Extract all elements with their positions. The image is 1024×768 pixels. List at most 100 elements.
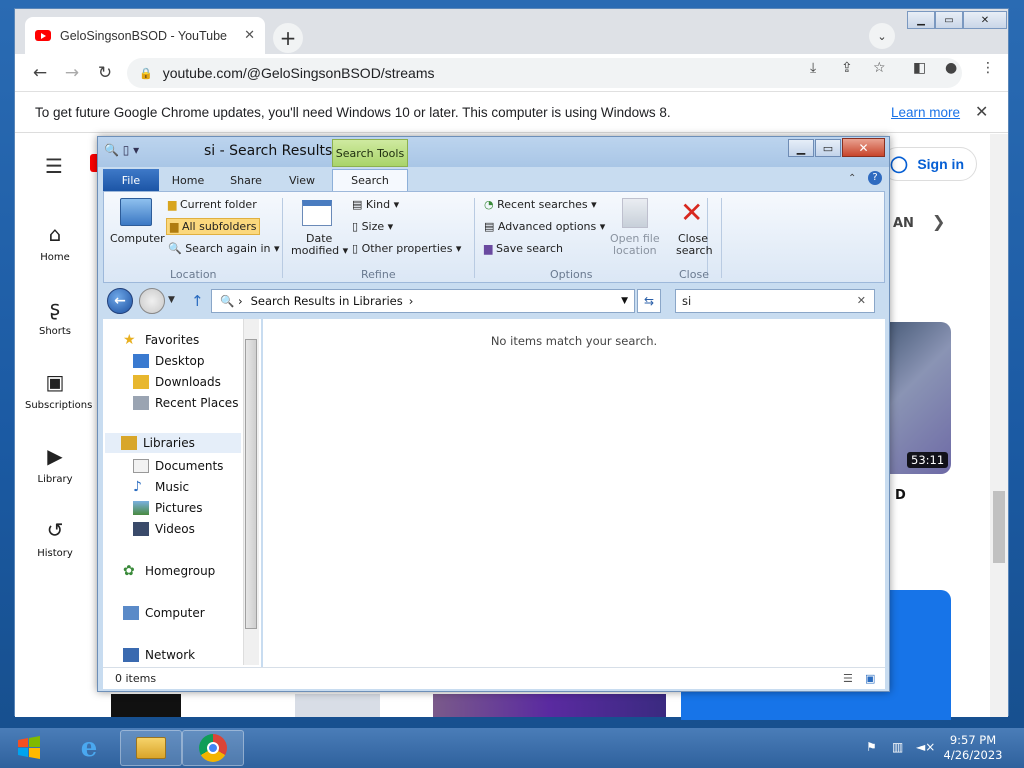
menu-kebab-icon[interactable]: ⋮ xyxy=(981,60,995,76)
help-icon[interactable]: ? xyxy=(868,171,882,185)
details-view-icon[interactable]: ☰ xyxy=(843,672,853,685)
tab-home[interactable]: Home xyxy=(166,169,210,191)
thumbnail-strip-1[interactable] xyxy=(111,694,181,717)
nav-recent-places[interactable]: Recent Places xyxy=(133,396,238,410)
search-box[interactable]: si ✕ xyxy=(675,289,875,313)
nav-network[interactable]: Network xyxy=(123,648,195,662)
chip-text[interactable]: AN xyxy=(893,216,914,231)
new-tab-button[interactable]: + xyxy=(273,23,303,53)
nav-desktop[interactable]: Desktop xyxy=(133,354,205,368)
forward-button[interactable] xyxy=(139,288,165,314)
profile-avatar-icon[interactable]: ● xyxy=(945,60,957,76)
current-folder-button[interactable]: ▆ Current folder xyxy=(168,198,257,211)
nav-scrollbar-thumb[interactable] xyxy=(245,339,257,629)
tab-view[interactable]: View xyxy=(280,169,324,191)
open-file-location-button-line2[interactable]: location xyxy=(613,244,657,257)
page-scrollbar-thumb[interactable] xyxy=(993,491,1005,563)
start-button[interactable] xyxy=(4,731,54,765)
ribbon-separator xyxy=(474,198,475,278)
taskbar-ie[interactable]: e xyxy=(58,730,120,766)
forward-icon[interactable]: → xyxy=(62,63,82,83)
nav-homegroup[interactable]: ✿ Homegroup xyxy=(123,564,215,578)
pictures-icon xyxy=(133,501,149,515)
sidebar-item-history[interactable]: ↺ History xyxy=(25,518,85,559)
explorer-titlebar[interactable]: 🔍 ▯ ▾ si - Search Results... xyxy=(98,137,889,167)
folder-icon: ▆ xyxy=(168,198,177,211)
tab-search-icon[interactable]: ⌄ xyxy=(869,23,895,49)
volume-muted-icon[interactable]: ◄× xyxy=(916,740,935,754)
internet-explorer-icon: e xyxy=(80,733,98,763)
advanced-options-button[interactable]: ▤ Advanced options ▾ xyxy=(484,220,605,233)
explorer-close-button[interactable]: ✕ xyxy=(842,138,885,157)
nav-videos[interactable]: Videos xyxy=(133,522,195,536)
sidebar-item-shorts[interactable]: ʂ Shorts xyxy=(25,296,85,337)
refresh-icon[interactable]: ⇆ xyxy=(637,289,661,313)
share-icon[interactable]: ⇪ xyxy=(841,60,853,76)
address-bar[interactable]: 🔒 youtube.com/@GeloSingsonBSOD/streams xyxy=(127,58,962,88)
nav-pictures[interactable]: Pictures xyxy=(133,501,203,515)
restore-button[interactable]: ▭ xyxy=(935,11,963,29)
search-again-button[interactable]: 🔍 Search again in ▾ xyxy=(168,242,280,255)
save-search-icon: ▆ xyxy=(484,242,493,255)
shorts-icon: ʂ xyxy=(49,296,61,320)
side-panel-icon[interactable]: ◧ xyxy=(913,60,926,76)
learn-more-link[interactable]: Learn more xyxy=(891,105,960,120)
thumbnail-strip-3[interactable] xyxy=(433,694,666,717)
tab-file[interactable]: File xyxy=(103,169,159,191)
sidebar-item-home[interactable]: ⌂ Home xyxy=(25,222,85,263)
infobar-close-icon[interactable]: ✕ xyxy=(975,102,988,122)
save-search-button[interactable]: ▆ Save search xyxy=(484,242,563,255)
close-window-button[interactable]: ✕ xyxy=(963,11,1007,29)
large-icons-view-icon[interactable]: ▣ xyxy=(865,672,875,685)
page-scrollbar[interactable] xyxy=(990,134,1008,717)
clock[interactable]: 9:57 PM 4/26/2023 xyxy=(938,733,1008,763)
nav-libraries[interactable]: Libraries xyxy=(105,433,241,453)
sign-in-button[interactable]: ◯ Sign in xyxy=(881,147,977,181)
kind-button[interactable]: ▤ Kind ▾ xyxy=(352,198,399,211)
all-subfolders-button[interactable]: ▆ All subfolders xyxy=(166,218,261,235)
advanced-options-icon: ▤ xyxy=(484,220,495,233)
sidebar-item-library[interactable]: ▶ Library xyxy=(25,444,85,485)
tab-search[interactable]: Search xyxy=(332,169,408,191)
back-button[interactable]: ← xyxy=(107,288,133,314)
other-properties-button[interactable]: ▯ Other properties ▾ xyxy=(352,242,461,255)
tab-share[interactable]: Share xyxy=(224,169,268,191)
bookmark-star-icon[interactable]: ☆ xyxy=(873,60,886,76)
sidebar-label: History xyxy=(37,548,73,559)
taskbar-chrome[interactable] xyxy=(182,730,244,766)
nav-favorites[interactable]: ★ Favorites xyxy=(123,333,199,347)
close-search-icon: ✕ xyxy=(680,196,704,229)
address-box[interactable]: 🔍 › Search Results in Libraries › ▼ xyxy=(211,289,635,313)
size-button[interactable]: ▯ Size ▾ xyxy=(352,220,393,233)
nav-computer[interactable]: Computer xyxy=(123,606,205,620)
nav-downloads[interactable]: Downloads xyxy=(133,375,221,389)
chevron-right-icon[interactable]: ❯ xyxy=(932,212,945,231)
reload-icon[interactable]: ↻ xyxy=(95,63,115,83)
nav-documents[interactable]: Documents xyxy=(133,459,223,473)
action-center-flag-icon[interactable]: ⚑ xyxy=(866,740,877,754)
tab-close-icon[interactable]: ✕ xyxy=(244,28,255,43)
menu-hamburger-icon[interactable]: ☰ xyxy=(45,154,65,178)
back-icon[interactable]: ← xyxy=(30,63,50,83)
close-search-button-line2[interactable]: search xyxy=(676,244,713,257)
minimize-button[interactable]: ▁ xyxy=(907,11,935,29)
video-title[interactable]: D xyxy=(895,488,906,503)
explorer-minimize-button[interactable]: ▁ xyxy=(788,139,814,157)
thumbnail-strip-2[interactable] xyxy=(295,694,380,717)
computer-button[interactable]: Computer xyxy=(110,232,165,245)
recent-searches-button[interactable]: ◔ Recent searches ▾ xyxy=(484,198,597,211)
quick-access-toolbar-icon[interactable]: 🔍 ▯ ▾ xyxy=(104,143,139,157)
sidebar-item-subscriptions[interactable]: ▣ Subscriptions xyxy=(25,370,92,411)
date-modified-button-line2[interactable]: modified ▾ xyxy=(291,244,348,257)
ribbon-collapse-icon[interactable]: ⌃ xyxy=(848,173,856,184)
address-dropdown-icon[interactable]: ▼ xyxy=(621,296,628,306)
taskbar-explorer[interactable] xyxy=(120,730,182,766)
clear-search-icon[interactable]: ✕ xyxy=(857,294,866,307)
nav-music[interactable]: ♪ Music xyxy=(133,480,189,494)
explorer-maximize-button[interactable]: ▭ xyxy=(815,139,841,157)
recent-locations-chevron-icon[interactable]: ▼ xyxy=(168,295,175,305)
up-arrow-icon[interactable]: ↑ xyxy=(191,292,204,310)
network-tray-icon[interactable]: ▥ xyxy=(892,740,903,754)
browser-tab[interactable]: GeloSingsonBSOD - YouTube ✕ xyxy=(25,17,265,54)
install-icon[interactable]: ⤓ xyxy=(810,60,816,76)
